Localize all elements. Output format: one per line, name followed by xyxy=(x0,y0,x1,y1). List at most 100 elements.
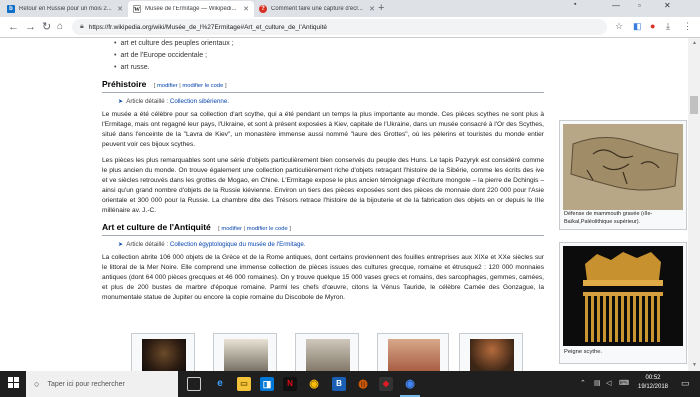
section-title: Préhistoire xyxy=(102,79,147,89)
statue-image xyxy=(306,339,350,371)
vase-image xyxy=(470,339,514,371)
detail-link-collection-egyptologique[interactable]: Collection égyptologique du musée de l'E… xyxy=(170,241,306,248)
list-item: art russe. xyxy=(114,62,544,74)
tray-chevron-icon[interactable]: ⌃ xyxy=(580,379,586,387)
network-icon[interactable]: ▤ xyxy=(594,379,601,387)
netflix-icon[interactable]: N xyxy=(283,377,297,391)
tab-retour-en-russie[interactable]: b Retour en Russie pour un mois 2... ✕ xyxy=(2,1,128,17)
edit-link[interactable]: modifier xyxy=(157,83,178,89)
bookmark-star-icon[interactable]: ☆ xyxy=(615,21,623,32)
volume-icon[interactable]: ◁ xyxy=(606,379,611,387)
close-tab-icon[interactable]: ✕ xyxy=(243,5,249,13)
wikipedia-favicon-icon: W xyxy=(133,5,141,13)
firefox-icon[interactable]: ◍ xyxy=(356,377,370,391)
detail-article-note: ➤ Article détaillé : Collection égyptolog… xyxy=(118,241,306,248)
arrow-icon: ➤ xyxy=(118,241,124,248)
chrome-active-icon[interactable]: ◉ xyxy=(403,377,417,391)
gallery-image[interactable] xyxy=(131,333,195,371)
adblock-icon[interactable]: ● xyxy=(650,21,655,31)
search-placeholder: Taper ici pour rechercher xyxy=(47,380,125,388)
scroll-up-icon[interactable]: ▲ xyxy=(692,40,697,46)
search-icon: ○ xyxy=(34,379,40,389)
gallery-image[interactable] xyxy=(459,333,523,371)
url-text: https://fr.wikipedia.org/wiki/Musée_de_l… xyxy=(88,23,327,31)
scrollbar-thumb[interactable] xyxy=(690,96,698,114)
section-heading-antiquite: Art et culture de l'Antiquité [ modifier… xyxy=(102,222,544,236)
collection-list: art et culture des peuples orientaux ; a… xyxy=(114,38,544,74)
list-item: art de l'Europe occidentale ; xyxy=(114,50,544,62)
reload-icon[interactable]: ↻ xyxy=(42,20,51,34)
chrome-icon[interactable]: ◉ xyxy=(307,377,321,391)
article-body: art et culture des peuples orientaux ; a… xyxy=(102,38,544,309)
mammoth-engraving-image[interactable] xyxy=(563,124,683,210)
forward-arrow-icon[interactable]: → xyxy=(25,20,36,34)
language-icon[interactable]: ⌨ xyxy=(619,379,629,387)
edit-links: [ modifier | modifier le code ] xyxy=(218,226,291,232)
clock-date: 19/12/2018 xyxy=(637,384,669,390)
image-gallery xyxy=(131,333,531,371)
home-icon[interactable]: ⌂ xyxy=(57,20,63,34)
clock-time: 00:52 xyxy=(645,375,661,381)
task-view-icon[interactable] xyxy=(187,377,201,391)
minimize-icon[interactable]: — xyxy=(612,1,620,10)
section-heading-prehistoire: Préhistoire [ modifier | modifier le cod… xyxy=(102,79,544,93)
gallery-image[interactable] xyxy=(295,333,359,371)
b-app-icon[interactable]: B xyxy=(332,377,346,391)
windows-taskbar: ○ Taper ici pour rechercher e ▭ ◨ N ◉ B … xyxy=(0,371,700,397)
back-arrow-icon[interactable]: ← xyxy=(8,20,19,34)
arrow-icon: ➤ xyxy=(118,98,124,105)
taskbar-search-box[interactable]: ○ Taper ici pour rechercher xyxy=(26,371,178,397)
edit-code-link[interactable]: modifier le code xyxy=(182,83,223,89)
close-tab-icon[interactable]: ✕ xyxy=(369,5,375,13)
tab-title: Musée de l'Ermitage — Wikipédi... xyxy=(145,6,237,12)
file-explorer-icon[interactable]: ▭ xyxy=(237,377,251,391)
detail-link-collection-siberienne[interactable]: Collection sibérienne. xyxy=(170,98,229,105)
scroll-down-icon[interactable]: ▼ xyxy=(692,362,697,368)
browser-toolbar: ← → ↻ ⌂ 🔒︎ https://fr.wikipedia.org/wiki… xyxy=(0,17,700,38)
detail-article-note: ➤ Article détaillé : Collection sibérienn… xyxy=(118,98,230,105)
new-tab-button[interactable]: + xyxy=(378,2,384,14)
maximize-icon[interactable]: ▫ xyxy=(638,1,641,10)
figure-caption: Défense de mammouth gravée (ıIIe-Baïkal,… xyxy=(564,211,653,225)
tab-musee-ermitage[interactable]: W Musée de l'Ermitage — Wikipédi... ✕ xyxy=(128,1,254,17)
store-icon[interactable]: ◨ xyxy=(260,377,274,391)
relief-image xyxy=(388,339,440,371)
figure-scythian-comb: Peigne scythe. xyxy=(559,242,687,364)
section-title: Art et culture de l'Antiquité xyxy=(102,222,211,232)
windows-start-icon[interactable] xyxy=(8,377,19,390)
extension-icon[interactable]: ◧ xyxy=(633,21,642,32)
tab-title: Comment faire une capture d'écr... xyxy=(271,6,363,12)
paragraph: La collection abrite 106 000 objets de l… xyxy=(102,254,544,301)
web-page: art et culture des peuples orientaux ; a… xyxy=(0,38,700,371)
paragraph: Les pièces les plus remarquables sont un… xyxy=(102,157,544,214)
edge-browser-icon[interactable]: e xyxy=(213,377,227,391)
page-scrollbar[interactable]: ▲ ▼ xyxy=(688,38,700,371)
red-app-icon[interactable]: ◆ xyxy=(379,377,393,391)
edit-links: [ modifier | modifier le code ] xyxy=(153,83,227,89)
tab-title: Retour en Russie pour un mois 2... xyxy=(19,6,112,12)
taskbar-clock[interactable]: 00:52 19/12/2018 xyxy=(633,374,673,392)
scythian-comb-image[interactable] xyxy=(563,246,683,346)
close-tab-icon[interactable]: ✕ xyxy=(117,5,123,13)
paragraph: Le musée a été célèbre pour sa collectio… xyxy=(102,111,544,148)
address-bar[interactable]: 🔒︎ https://fr.wikipedia.org/wiki/Musée_d… xyxy=(72,19,607,35)
menu-kebab-icon[interactable]: ⋮ xyxy=(683,21,692,32)
download-icon[interactable]: ⤓ xyxy=(666,21,670,32)
notification-icon[interactable]: ▭ xyxy=(681,378,690,389)
gallery-image[interactable] xyxy=(377,333,449,371)
lock-icon: 🔒︎ xyxy=(80,23,84,30)
blogger-favicon-icon: b xyxy=(7,5,15,13)
tab-capture-ecran[interactable]: ? Comment faire une capture d'écr... ✕ xyxy=(254,1,380,17)
gallery-image[interactable] xyxy=(213,333,277,371)
hall-image xyxy=(224,339,268,371)
figure-caption: Peigne scythe. xyxy=(564,349,603,355)
list-item: art et culture des peuples orientaux ; xyxy=(114,38,544,50)
red-question-favicon-icon: ? xyxy=(259,5,267,13)
close-window-icon[interactable]: ✕ xyxy=(664,1,671,10)
bust-image xyxy=(142,339,186,371)
edit-link[interactable]: modifier xyxy=(221,226,242,232)
extension-icon[interactable]: ▪ xyxy=(574,1,584,11)
tab-strip: b Retour en Russie pour un mois 2... ✕ W… xyxy=(0,0,700,17)
figure-mammoth-tusk: Défense de mammouth gravée (ıIIe-Baïkal,… xyxy=(559,120,687,230)
edit-code-link[interactable]: modifier le code xyxy=(247,226,288,232)
